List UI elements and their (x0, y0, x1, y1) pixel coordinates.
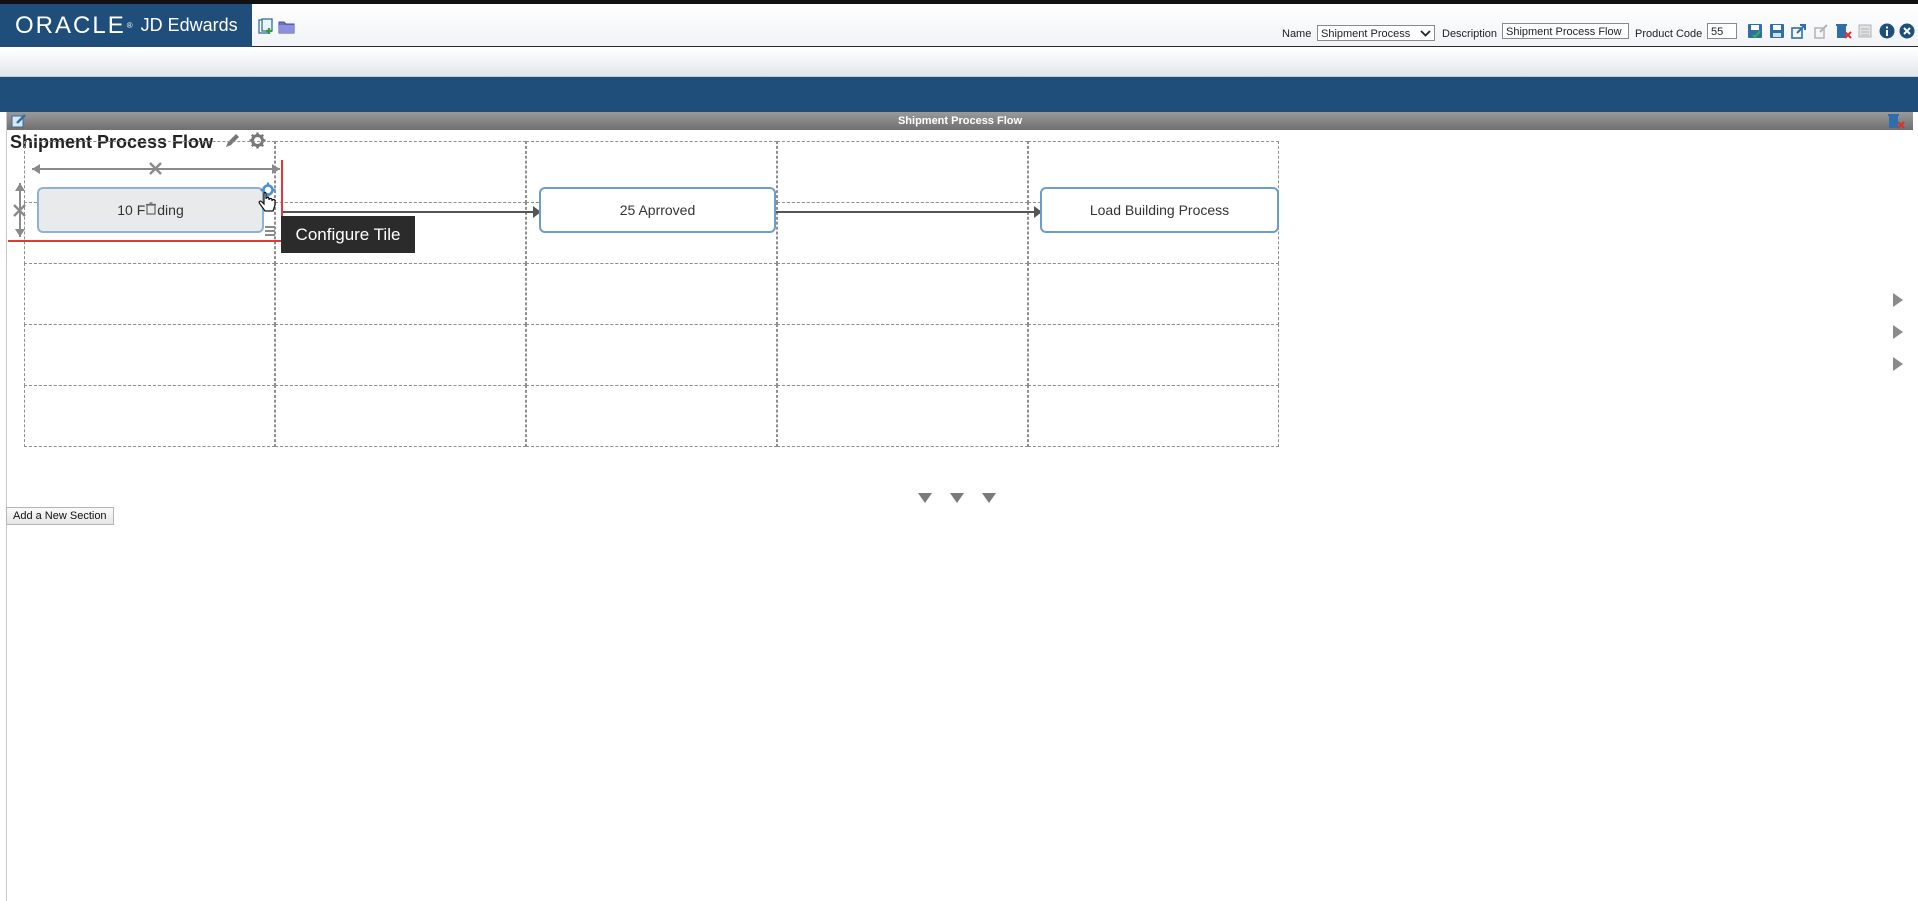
expand-right-icon[interactable] (1893, 325, 1903, 339)
panel-title: Shipment Process Flow (7, 112, 1913, 130)
move-tile-handle-icon[interactable] (264, 224, 276, 242)
flow-tile[interactable]: Load Building Process (1040, 187, 1279, 233)
grid-cell[interactable] (1028, 263, 1279, 325)
grid-cell[interactable] (777, 385, 1028, 447)
blue-banner (0, 77, 1918, 112)
name-select-value: Shipment Process (1321, 28, 1411, 40)
flow-tile-label: 25 Aprroved (619, 202, 696, 218)
grid-cell[interactable] (777, 141, 1028, 203)
brand-registered-mark: ® (126, 21, 133, 30)
description-input[interactable]: Shipment Process Flow (1502, 23, 1629, 39)
trash-icon[interactable] (145, 202, 157, 218)
name-select[interactable]: Shipment Process (1317, 25, 1435, 41)
add-row-icon[interactable] (950, 493, 964, 503)
flow-tile[interactable]: 25 Aprroved (539, 187, 776, 233)
request-publish-icon[interactable] (1813, 23, 1829, 44)
info-icon[interactable] (1879, 23, 1895, 44)
grid-cell[interactable] (526, 385, 777, 447)
save-icon[interactable] (1747, 23, 1763, 44)
flow-tile-label: Load Building Process (1089, 202, 1230, 218)
expand-right-icon[interactable] (1893, 357, 1903, 371)
remove-panel-icon[interactable] (1887, 113, 1905, 134)
selection-outline-bottom (8, 240, 283, 242)
grid-cell[interactable] (275, 141, 526, 203)
product-code-input[interactable]: 55 (1707, 23, 1737, 39)
flow-tile[interactable]: 10 F ding (37, 187, 264, 233)
grid-cell[interactable] (777, 324, 1028, 386)
description-label: Description (1442, 28, 1498, 40)
close-icon[interactable] (1899, 23, 1915, 44)
edit-panel-icon[interactable] (11, 113, 27, 133)
expand-right-icon[interactable] (1893, 293, 1903, 307)
hand-cursor-icon (258, 191, 276, 219)
delete-icon[interactable] (1835, 23, 1852, 44)
tooltip-text: Configure Tile (295, 225, 401, 244)
grid-cell[interactable] (24, 263, 275, 325)
resize-width-handle[interactable] (30, 162, 282, 181)
grid-cell[interactable] (24, 385, 275, 447)
add-section-button[interactable]: Add a New Section (6, 507, 114, 525)
add-row-icon[interactable] (982, 493, 996, 503)
grid-cell[interactable] (1028, 385, 1279, 447)
product-code-input-value: 55 (1711, 26, 1724, 38)
grid-cell[interactable] (24, 324, 275, 386)
grid-cell[interactable] (275, 263, 526, 325)
brand-oracle-text: ORACLE (15, 11, 126, 39)
flow-tile-label-tail: ding (157, 202, 184, 218)
flow-tile-label: 10 F (117, 202, 146, 218)
flow-connector-arrow (776, 206, 1042, 218)
flow-connector-arrow (283, 206, 541, 218)
description-input-value: Shipment Process Flow (1506, 26, 1622, 38)
add-row-icon[interactable] (918, 493, 932, 503)
add-section-button-label: Add a New Section (13, 510, 107, 522)
grid-cell[interactable] (777, 263, 1028, 325)
share-icon[interactable] (1791, 23, 1807, 44)
grid-cell[interactable] (526, 324, 777, 386)
brand-product-text: JD Edwards (140, 15, 238, 35)
sub-toolbar (0, 48, 1918, 77)
save-as-icon[interactable] (1769, 23, 1785, 44)
reserve-icon[interactable] (1857, 23, 1873, 44)
oracle-brand-logo: ORACLE ® JD Edwards (0, 4, 252, 47)
grid-cell[interactable] (275, 385, 526, 447)
resize-height-handle[interactable] (13, 181, 27, 244)
product-code-label: Product Code (1635, 28, 1703, 40)
configure-tile-tooltip: Configure Tile (281, 216, 415, 253)
chevron-down-icon (1420, 26, 1431, 45)
layout-toolbar: Name Shipment Process Description Shipme… (252, 4, 1918, 47)
grid-cell[interactable] (275, 324, 526, 386)
grid-cell[interactable] (1028, 324, 1279, 386)
grid-cell[interactable] (526, 263, 777, 325)
name-label: Name (1282, 28, 1312, 40)
panel-title-text: Shipment Process Flow (897, 115, 1023, 127)
